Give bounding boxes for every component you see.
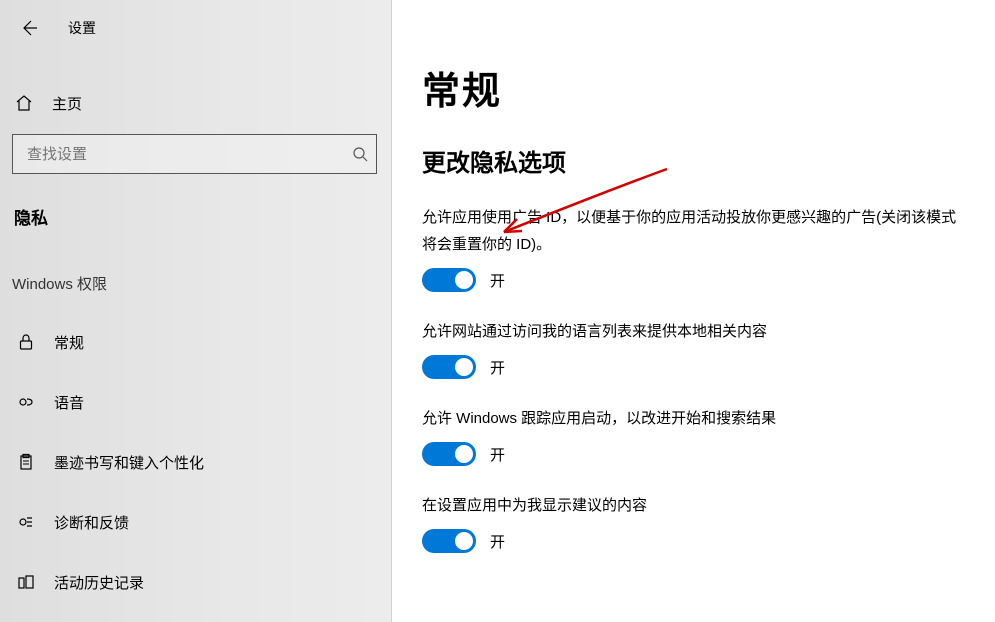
setting-desc: 允许网站通过访问我的语言列表来提供本地相关内容 — [422, 318, 962, 345]
speech-icon — [14, 393, 38, 411]
sidebar-item-general[interactable]: 常规 — [0, 312, 391, 372]
toggle-suggested-content[interactable] — [422, 529, 476, 553]
sidebar-item-label: 墨迹书写和键入个性化 — [54, 452, 204, 473]
page-title: 常规 — [422, 60, 975, 115]
history-icon — [14, 573, 38, 591]
arrow-left-icon — [19, 18, 39, 38]
setting-desc: 允许应用使用广告 ID，以便基于你的应用活动投放你更感兴趣的广告(关闭该模式将会… — [422, 204, 962, 258]
nav-list: 常规 语音 墨迹书写和键入个性化 诊断和反馈 活动历史记录 — [0, 312, 391, 612]
main-content: 常规 更改隐私选项 允许应用使用广告 ID，以便基于你的应用活动投放你更感兴趣的… — [392, 0, 995, 622]
sidebar-item-label: 活动历史记录 — [54, 572, 144, 593]
setting-desc: 在设置应用中为我显示建议的内容 — [422, 492, 962, 519]
search-icon — [352, 146, 368, 162]
sidebar-item-label: 常规 — [54, 332, 84, 353]
sidebar-item-label: 诊断和反馈 — [54, 512, 129, 533]
setting-app-launch: 允许 Windows 跟踪应用启动，以改进开始和搜索结果 开 — [422, 405, 975, 466]
clipboard-icon — [14, 453, 38, 471]
sidebar-item-diagnostics[interactable]: 诊断和反馈 — [0, 492, 391, 552]
sidebar-item-speech[interactable]: 语音 — [0, 372, 391, 432]
search-box[interactable] — [12, 134, 377, 174]
sidebar-item-home[interactable]: 主页 — [0, 78, 391, 128]
toggle-state: 开 — [490, 444, 505, 465]
toggle-state: 开 — [490, 270, 505, 291]
toggle-knob — [455, 358, 473, 376]
toggle-knob — [455, 445, 473, 463]
sidebar-item-label: 语音 — [54, 392, 84, 413]
setting-suggested-content: 在设置应用中为我显示建议的内容 开 — [422, 492, 975, 553]
toggle-ad-id[interactable] — [422, 268, 476, 292]
window-title: 设置 — [68, 18, 96, 38]
toggle-knob — [455, 271, 473, 289]
page-subtitle: 更改隐私选项 — [422, 143, 975, 178]
setting-desc: 允许 Windows 跟踪应用启动，以改进开始和搜索结果 — [422, 405, 962, 432]
lock-icon — [14, 333, 38, 351]
section-label: 隐私 — [14, 204, 391, 229]
feedback-icon — [14, 513, 38, 531]
home-label: 主页 — [52, 93, 82, 114]
search-input[interactable] — [27, 146, 352, 163]
home-icon — [14, 93, 34, 113]
setting-language-list: 允许网站通过访问我的语言列表来提供本地相关内容 开 — [422, 318, 975, 379]
toggle-app-launch[interactable] — [422, 442, 476, 466]
sidebar-item-activity[interactable]: 活动历史记录 — [0, 552, 391, 612]
back-button[interactable] — [14, 18, 44, 38]
group-label: Windows 权限 — [12, 273, 391, 294]
sidebar: 设置 主页 隐私 Windows 权限 常规 语音 — [0, 0, 392, 622]
titlebar: 设置 — [0, 6, 391, 50]
setting-ad-id: 允许应用使用广告 ID，以便基于你的应用活动投放你更感兴趣的广告(关闭该模式将会… — [422, 204, 975, 292]
toggle-state: 开 — [490, 357, 505, 378]
sidebar-item-inking[interactable]: 墨迹书写和键入个性化 — [0, 432, 391, 492]
toggle-language-list[interactable] — [422, 355, 476, 379]
toggle-knob — [455, 532, 473, 550]
toggle-state: 开 — [490, 531, 505, 552]
